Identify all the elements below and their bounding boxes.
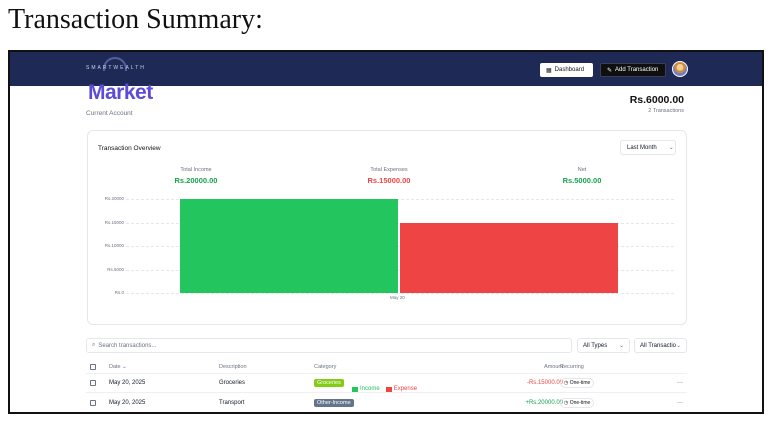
- dashboard-button[interactable]: ▦ Dashboard: [540, 63, 593, 77]
- table-row[interactable]: May 20, 2025 Groceries Groceries -Rs.150…: [86, 374, 687, 393]
- date-header-label: Date: [109, 363, 121, 370]
- description-header: Description: [219, 363, 247, 370]
- account-type: Current Account: [86, 110, 133, 117]
- search-placeholder: Search transactions...: [98, 342, 157, 349]
- row-date: May 20, 2025: [109, 400, 146, 406]
- add-transaction-button[interactable]: ✎ Add Transaction: [600, 63, 666, 77]
- type-filter-value: All Types: [583, 342, 608, 349]
- recurring-badge: ◷ One-time: [560, 378, 595, 388]
- pen-square-icon: ✎: [607, 67, 613, 74]
- row-amount: -Rs.15000.00: [526, 380, 563, 386]
- row-checkbox[interactable]: [90, 400, 96, 406]
- chevron-down-icon: ⌄: [676, 343, 682, 349]
- table-header: Date ⌄ Description Category Amount Recur…: [86, 360, 687, 374]
- row-description: Transport: [219, 400, 245, 406]
- row-checkbox[interactable]: [90, 380, 96, 386]
- y-tick-label: Rs.5000: [107, 266, 124, 272]
- date-header[interactable]: Date ⌄: [109, 364, 127, 370]
- chevron-down-icon: ⌄: [618, 343, 624, 349]
- bar-income[interactable]: [180, 199, 398, 293]
- grid-icon: ▦: [546, 67, 552, 74]
- recurring-badge: ◷ One-time: [560, 398, 595, 408]
- avatar[interactable]: [672, 61, 688, 77]
- y-tick-label: Rs.15000: [104, 219, 124, 225]
- row-date: May 20, 2025: [109, 380, 146, 386]
- transaction-filter-value: All Transactio: [640, 342, 677, 349]
- caption-text: Transaction Summary:: [8, 4, 263, 35]
- account-title: Market: [88, 81, 153, 104]
- category-header: Category: [314, 363, 337, 370]
- add-transaction-label: Add Transaction: [615, 67, 659, 73]
- category-badge: Groceries: [314, 379, 344, 387]
- chevron-down-icon: ⌄: [122, 363, 127, 370]
- transaction-overview-card: Transaction Overview Last Month ⌄ Total …: [87, 130, 688, 392]
- y-tick-label: Rs.10000: [104, 243, 124, 248]
- x-tick-label: May 20: [390, 295, 405, 300]
- row-amount: +Rs.20000.00: [525, 400, 563, 406]
- overview-bar-chart: Rs.0 Rs.5000 Rs.10000 Rs.15000 Rs.20000 May 2…: [88, 131, 688, 326]
- y-tick-label: Rs.0: [114, 290, 124, 295]
- transaction-filter-select[interactable]: All Transactio ⌄: [634, 338, 687, 353]
- y-tick-label: Rs.20000: [104, 196, 124, 201]
- transaction-count: 2 Transactions: [648, 108, 684, 114]
- select-all-checkbox[interactable]: [90, 363, 96, 370]
- row-description: Groceries: [219, 380, 246, 386]
- search-input[interactable]: ⌕ Search transactions...: [86, 338, 572, 353]
- clock-icon: ◷: [564, 380, 569, 386]
- bar-expense[interactable]: [400, 222, 618, 293]
- account-balance: Rs.6000.00: [629, 94, 684, 106]
- category-badge: Other-Income: [314, 399, 354, 407]
- recurring-header: Recurring: [560, 363, 584, 370]
- app-screenshot: SMARTWEALTH ▦ Dashboard ✎ Add Transactio…: [8, 50, 764, 414]
- logo[interactable]: SMARTWEALTH: [86, 65, 146, 71]
- more-actions-icon[interactable]: ···: [677, 380, 683, 386]
- more-actions-icon[interactable]: ···: [677, 400, 683, 406]
- recurring-label: One-time: [569, 400, 591, 406]
- type-filter-select[interactable]: All Types ⌄: [577, 338, 630, 353]
- search-icon: ⌕: [92, 342, 96, 348]
- clock-icon: ◷: [564, 400, 569, 406]
- recurring-label: One-time: [569, 380, 591, 386]
- dashboard-button-label: Dashboard: [554, 67, 585, 73]
- table-row[interactable]: May 20, 2025 Transport Other-Income +Rs.…: [86, 394, 687, 412]
- gridline: [126, 293, 674, 294]
